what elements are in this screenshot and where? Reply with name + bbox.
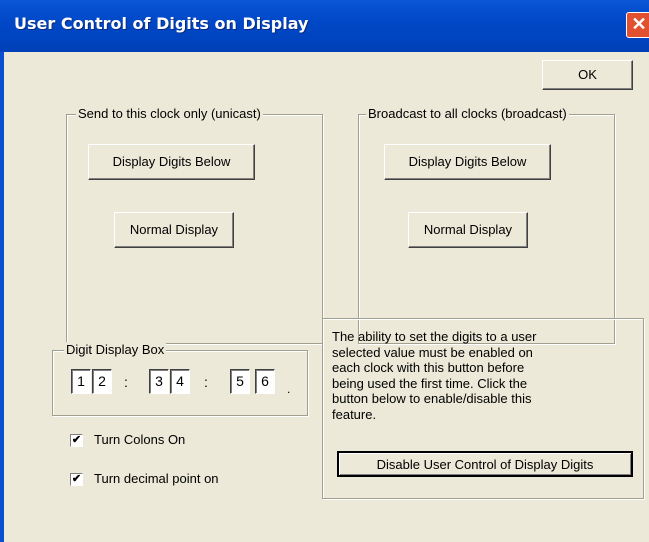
disable-user-control-label: Disable User Control of Display Digits bbox=[376, 457, 594, 472]
colon-separator: : bbox=[204, 374, 208, 390]
broadcast-normal-display-button[interactable]: Normal Display bbox=[408, 212, 528, 248]
colon-separator: : bbox=[124, 374, 128, 390]
decimal-point: . bbox=[287, 382, 291, 396]
info-text: The ability to set the digits to a user … bbox=[332, 329, 537, 422]
digit-input-5[interactable]: 5 bbox=[230, 369, 250, 394]
unicast-normal-display-button[interactable]: Normal Display bbox=[114, 212, 234, 248]
window-title: User Control of Digits on Display bbox=[14, 14, 309, 33]
dialog-client-area: OK Send to this clock only (unicast) Dis… bbox=[4, 52, 649, 542]
unicast-group-legend: Send to this clock only (unicast) bbox=[76, 106, 263, 121]
turn-colons-checkbox[interactable]: ✔ bbox=[70, 434, 83, 447]
broadcast-normal-display-label: Normal Display bbox=[423, 222, 513, 237]
ok-button-label: OK bbox=[578, 67, 597, 82]
broadcast-display-digits-button[interactable]: Display Digits Below bbox=[384, 144, 551, 180]
unicast-normal-display-label: Normal Display bbox=[129, 222, 219, 237]
ok-button[interactable]: OK bbox=[542, 60, 633, 90]
digit-input-4[interactable]: 4 bbox=[170, 369, 190, 394]
broadcast-group-legend: Broadcast to all clocks (broadcast) bbox=[366, 106, 569, 121]
digit-input-1[interactable]: 1 bbox=[71, 369, 91, 394]
close-icon[interactable]: ✕ bbox=[626, 12, 649, 38]
unicast-display-digits-button[interactable]: Display Digits Below bbox=[88, 144, 255, 180]
unicast-display-digits-label: Display Digits Below bbox=[112, 154, 231, 169]
turn-decimal-checkbox[interactable]: ✔ bbox=[70, 473, 83, 486]
broadcast-display-digits-label: Display Digits Below bbox=[408, 154, 527, 169]
turn-decimal-label: Turn decimal point on bbox=[94, 471, 219, 486]
disable-user-control-button[interactable]: Disable User Control of Display Digits bbox=[337, 451, 633, 477]
digit-display-box-legend: Digit Display Box bbox=[64, 342, 167, 357]
digit-input-3[interactable]: 3 bbox=[149, 369, 169, 394]
title-bar: User Control of Digits on Display ✕ bbox=[0, 0, 649, 52]
digit-input-2[interactable]: 2 bbox=[92, 369, 112, 394]
digit-input-6[interactable]: 6 bbox=[255, 369, 275, 394]
turn-colons-label: Turn Colons On bbox=[94, 432, 186, 447]
